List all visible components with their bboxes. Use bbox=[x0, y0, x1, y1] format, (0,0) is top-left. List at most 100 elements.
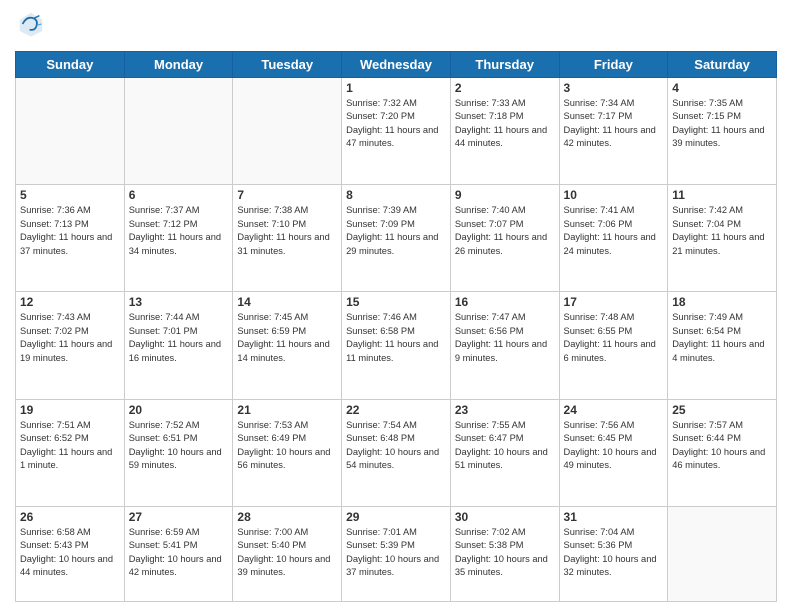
day-info: Sunrise: 7:45 AM Sunset: 6:59 PM Dayligh… bbox=[237, 311, 337, 365]
day-number: 8 bbox=[346, 188, 446, 202]
day-info: Sunrise: 7:47 AM Sunset: 6:56 PM Dayligh… bbox=[455, 311, 555, 365]
day-number: 21 bbox=[237, 403, 337, 417]
day-number: 23 bbox=[455, 403, 555, 417]
day-info: Sunrise: 7:51 AM Sunset: 6:52 PM Dayligh… bbox=[20, 419, 120, 473]
day-info: Sunrise: 7:55 AM Sunset: 6:47 PM Dayligh… bbox=[455, 419, 555, 473]
day-number: 16 bbox=[455, 295, 555, 309]
day-cell: 6 Sunrise: 7:37 AM Sunset: 7:12 PM Daylig… bbox=[124, 185, 233, 292]
day-number: 26 bbox=[20, 510, 120, 524]
day-number: 6 bbox=[129, 188, 229, 202]
day-info: Sunrise: 7:35 AM Sunset: 7:15 PM Dayligh… bbox=[672, 97, 772, 151]
day-info: Sunrise: 7:43 AM Sunset: 7:02 PM Dayligh… bbox=[20, 311, 120, 365]
week-row-3: 19 Sunrise: 7:51 AM Sunset: 6:52 PM Dayli… bbox=[16, 399, 777, 506]
weekday-tuesday: Tuesday bbox=[233, 52, 342, 78]
day-number: 12 bbox=[20, 295, 120, 309]
day-number: 22 bbox=[346, 403, 446, 417]
logo bbox=[15, 10, 45, 43]
weekday-friday: Friday bbox=[559, 52, 668, 78]
day-info: Sunrise: 7:52 AM Sunset: 6:51 PM Dayligh… bbox=[129, 419, 229, 473]
day-info: Sunrise: 7:33 AM Sunset: 7:18 PM Dayligh… bbox=[455, 97, 555, 151]
day-cell: 22 Sunrise: 7:54 AM Sunset: 6:48 PM Dayli… bbox=[342, 399, 451, 506]
day-cell: 13 Sunrise: 7:44 AM Sunset: 7:01 PM Dayli… bbox=[124, 292, 233, 399]
day-cell: 19 Sunrise: 7:51 AM Sunset: 6:52 PM Dayli… bbox=[16, 399, 125, 506]
day-info: Sunrise: 7:57 AM Sunset: 6:44 PM Dayligh… bbox=[672, 419, 772, 473]
day-cell: 15 Sunrise: 7:46 AM Sunset: 6:58 PM Dayli… bbox=[342, 292, 451, 399]
day-cell: 17 Sunrise: 7:48 AM Sunset: 6:55 PM Dayli… bbox=[559, 292, 668, 399]
day-cell: 18 Sunrise: 7:49 AM Sunset: 6:54 PM Dayli… bbox=[668, 292, 777, 399]
week-row-0: 1 Sunrise: 7:32 AM Sunset: 7:20 PM Daylig… bbox=[16, 78, 777, 185]
day-info: Sunrise: 7:32 AM Sunset: 7:20 PM Dayligh… bbox=[346, 97, 446, 151]
weekday-saturday: Saturday bbox=[668, 52, 777, 78]
day-cell: 1 Sunrise: 7:32 AM Sunset: 7:20 PM Daylig… bbox=[342, 78, 451, 185]
day-cell: 25 Sunrise: 7:57 AM Sunset: 6:44 PM Dayli… bbox=[668, 399, 777, 506]
day-info: Sunrise: 7:37 AM Sunset: 7:12 PM Dayligh… bbox=[129, 204, 229, 258]
day-number: 31 bbox=[564, 510, 664, 524]
day-cell: 8 Sunrise: 7:39 AM Sunset: 7:09 PM Daylig… bbox=[342, 185, 451, 292]
day-info: Sunrise: 7:49 AM Sunset: 6:54 PM Dayligh… bbox=[672, 311, 772, 365]
day-number: 30 bbox=[455, 510, 555, 524]
day-cell: 30 Sunrise: 7:02 AM Sunset: 5:38 PM Dayli… bbox=[450, 506, 559, 601]
day-info: Sunrise: 7:46 AM Sunset: 6:58 PM Dayligh… bbox=[346, 311, 446, 365]
day-number: 28 bbox=[237, 510, 337, 524]
page: SundayMondayTuesdayWednesdayThursdayFrid… bbox=[0, 0, 792, 612]
day-cell: 23 Sunrise: 7:55 AM Sunset: 6:47 PM Dayli… bbox=[450, 399, 559, 506]
day-number: 17 bbox=[564, 295, 664, 309]
day-info: Sunrise: 7:38 AM Sunset: 7:10 PM Dayligh… bbox=[237, 204, 337, 258]
day-cell: 27Sunrise: 6:59 AM Sunset: 5:41 PM Dayli… bbox=[124, 506, 233, 601]
day-info: Sunrise: 7:34 AM Sunset: 7:17 PM Dayligh… bbox=[564, 97, 664, 151]
day-cell: 5Sunrise: 7:36 AM Sunset: 7:13 PM Daylig… bbox=[16, 185, 125, 292]
day-number: 18 bbox=[672, 295, 772, 309]
day-cell: 21 Sunrise: 7:53 AM Sunset: 6:49 PM Dayli… bbox=[233, 399, 342, 506]
day-cell: 24 Sunrise: 7:56 AM Sunset: 6:45 PM Dayli… bbox=[559, 399, 668, 506]
day-info: Sunrise: 7:56 AM Sunset: 6:45 PM Dayligh… bbox=[564, 419, 664, 473]
day-number: 11 bbox=[672, 188, 772, 202]
day-number: 7 bbox=[237, 188, 337, 202]
day-cell: 26Sunrise: 6:58 AM Sunset: 5:43 PM Dayli… bbox=[16, 506, 125, 601]
day-cell: 7 Sunrise: 7:38 AM Sunset: 7:10 PM Daylig… bbox=[233, 185, 342, 292]
day-info: Sunrise: 7:53 AM Sunset: 6:49 PM Dayligh… bbox=[237, 419, 337, 473]
day-cell bbox=[668, 506, 777, 601]
calendar-body: 1 Sunrise: 7:32 AM Sunset: 7:20 PM Daylig… bbox=[16, 78, 777, 602]
day-info: Sunrise: 7:02 AM Sunset: 5:38 PM Dayligh… bbox=[455, 526, 555, 580]
day-number: 4 bbox=[672, 81, 772, 95]
day-info: Sunrise: 7:42 AM Sunset: 7:04 PM Dayligh… bbox=[672, 204, 772, 258]
calendar-table: SundayMondayTuesdayWednesdayThursdayFrid… bbox=[15, 51, 777, 602]
day-number: 13 bbox=[129, 295, 229, 309]
day-number: 27 bbox=[129, 510, 229, 524]
day-cell: 14 Sunrise: 7:45 AM Sunset: 6:59 PM Dayli… bbox=[233, 292, 342, 399]
day-cell: 28Sunrise: 7:00 AM Sunset: 5:40 PM Dayli… bbox=[233, 506, 342, 601]
day-number: 2 bbox=[455, 81, 555, 95]
day-cell: 10Sunrise: 7:41 AM Sunset: 7:06 PM Dayli… bbox=[559, 185, 668, 292]
day-number: 3 bbox=[564, 81, 664, 95]
day-info: Sunrise: 7:01 AM Sunset: 5:39 PM Dayligh… bbox=[346, 526, 446, 580]
day-info: Sunrise: 7:40 AM Sunset: 7:07 PM Dayligh… bbox=[455, 204, 555, 258]
day-number: 1 bbox=[346, 81, 446, 95]
day-info: Sunrise: 7:41 AM Sunset: 7:06 PM Dayligh… bbox=[564, 204, 664, 258]
weekday-monday: Monday bbox=[124, 52, 233, 78]
day-number: 9 bbox=[455, 188, 555, 202]
logo-icon bbox=[17, 10, 45, 38]
day-number: 24 bbox=[564, 403, 664, 417]
day-number: 15 bbox=[346, 295, 446, 309]
day-info: Sunrise: 7:04 AM Sunset: 5:36 PM Dayligh… bbox=[564, 526, 664, 580]
day-info: Sunrise: 7:54 AM Sunset: 6:48 PM Dayligh… bbox=[346, 419, 446, 473]
day-cell bbox=[124, 78, 233, 185]
day-number: 25 bbox=[672, 403, 772, 417]
day-number: 29 bbox=[346, 510, 446, 524]
day-cell: 31 Sunrise: 7:04 AM Sunset: 5:36 PM Dayli… bbox=[559, 506, 668, 601]
day-cell: 9 Sunrise: 7:40 AM Sunset: 7:07 PM Daylig… bbox=[450, 185, 559, 292]
day-info: Sunrise: 7:48 AM Sunset: 6:55 PM Dayligh… bbox=[564, 311, 664, 365]
weekday-wednesday: Wednesday bbox=[342, 52, 451, 78]
day-cell: 3 Sunrise: 7:34 AM Sunset: 7:17 PM Daylig… bbox=[559, 78, 668, 185]
day-number: 14 bbox=[237, 295, 337, 309]
day-cell: 12 Sunrise: 7:43 AM Sunset: 7:02 PM Dayli… bbox=[16, 292, 125, 399]
day-number: 20 bbox=[129, 403, 229, 417]
day-cell: 2 Sunrise: 7:33 AM Sunset: 7:18 PM Daylig… bbox=[450, 78, 559, 185]
week-row-1: 5Sunrise: 7:36 AM Sunset: 7:13 PM Daylig… bbox=[16, 185, 777, 292]
day-number: 5 bbox=[20, 188, 120, 202]
day-info: Sunrise: 7:39 AM Sunset: 7:09 PM Dayligh… bbox=[346, 204, 446, 258]
day-info: Sunrise: 7:44 AM Sunset: 7:01 PM Dayligh… bbox=[129, 311, 229, 365]
day-cell: 16 Sunrise: 7:47 AM Sunset: 6:56 PM Dayli… bbox=[450, 292, 559, 399]
day-cell: 11 Sunrise: 7:42 AM Sunset: 7:04 PM Dayli… bbox=[668, 185, 777, 292]
day-number: 19 bbox=[20, 403, 120, 417]
